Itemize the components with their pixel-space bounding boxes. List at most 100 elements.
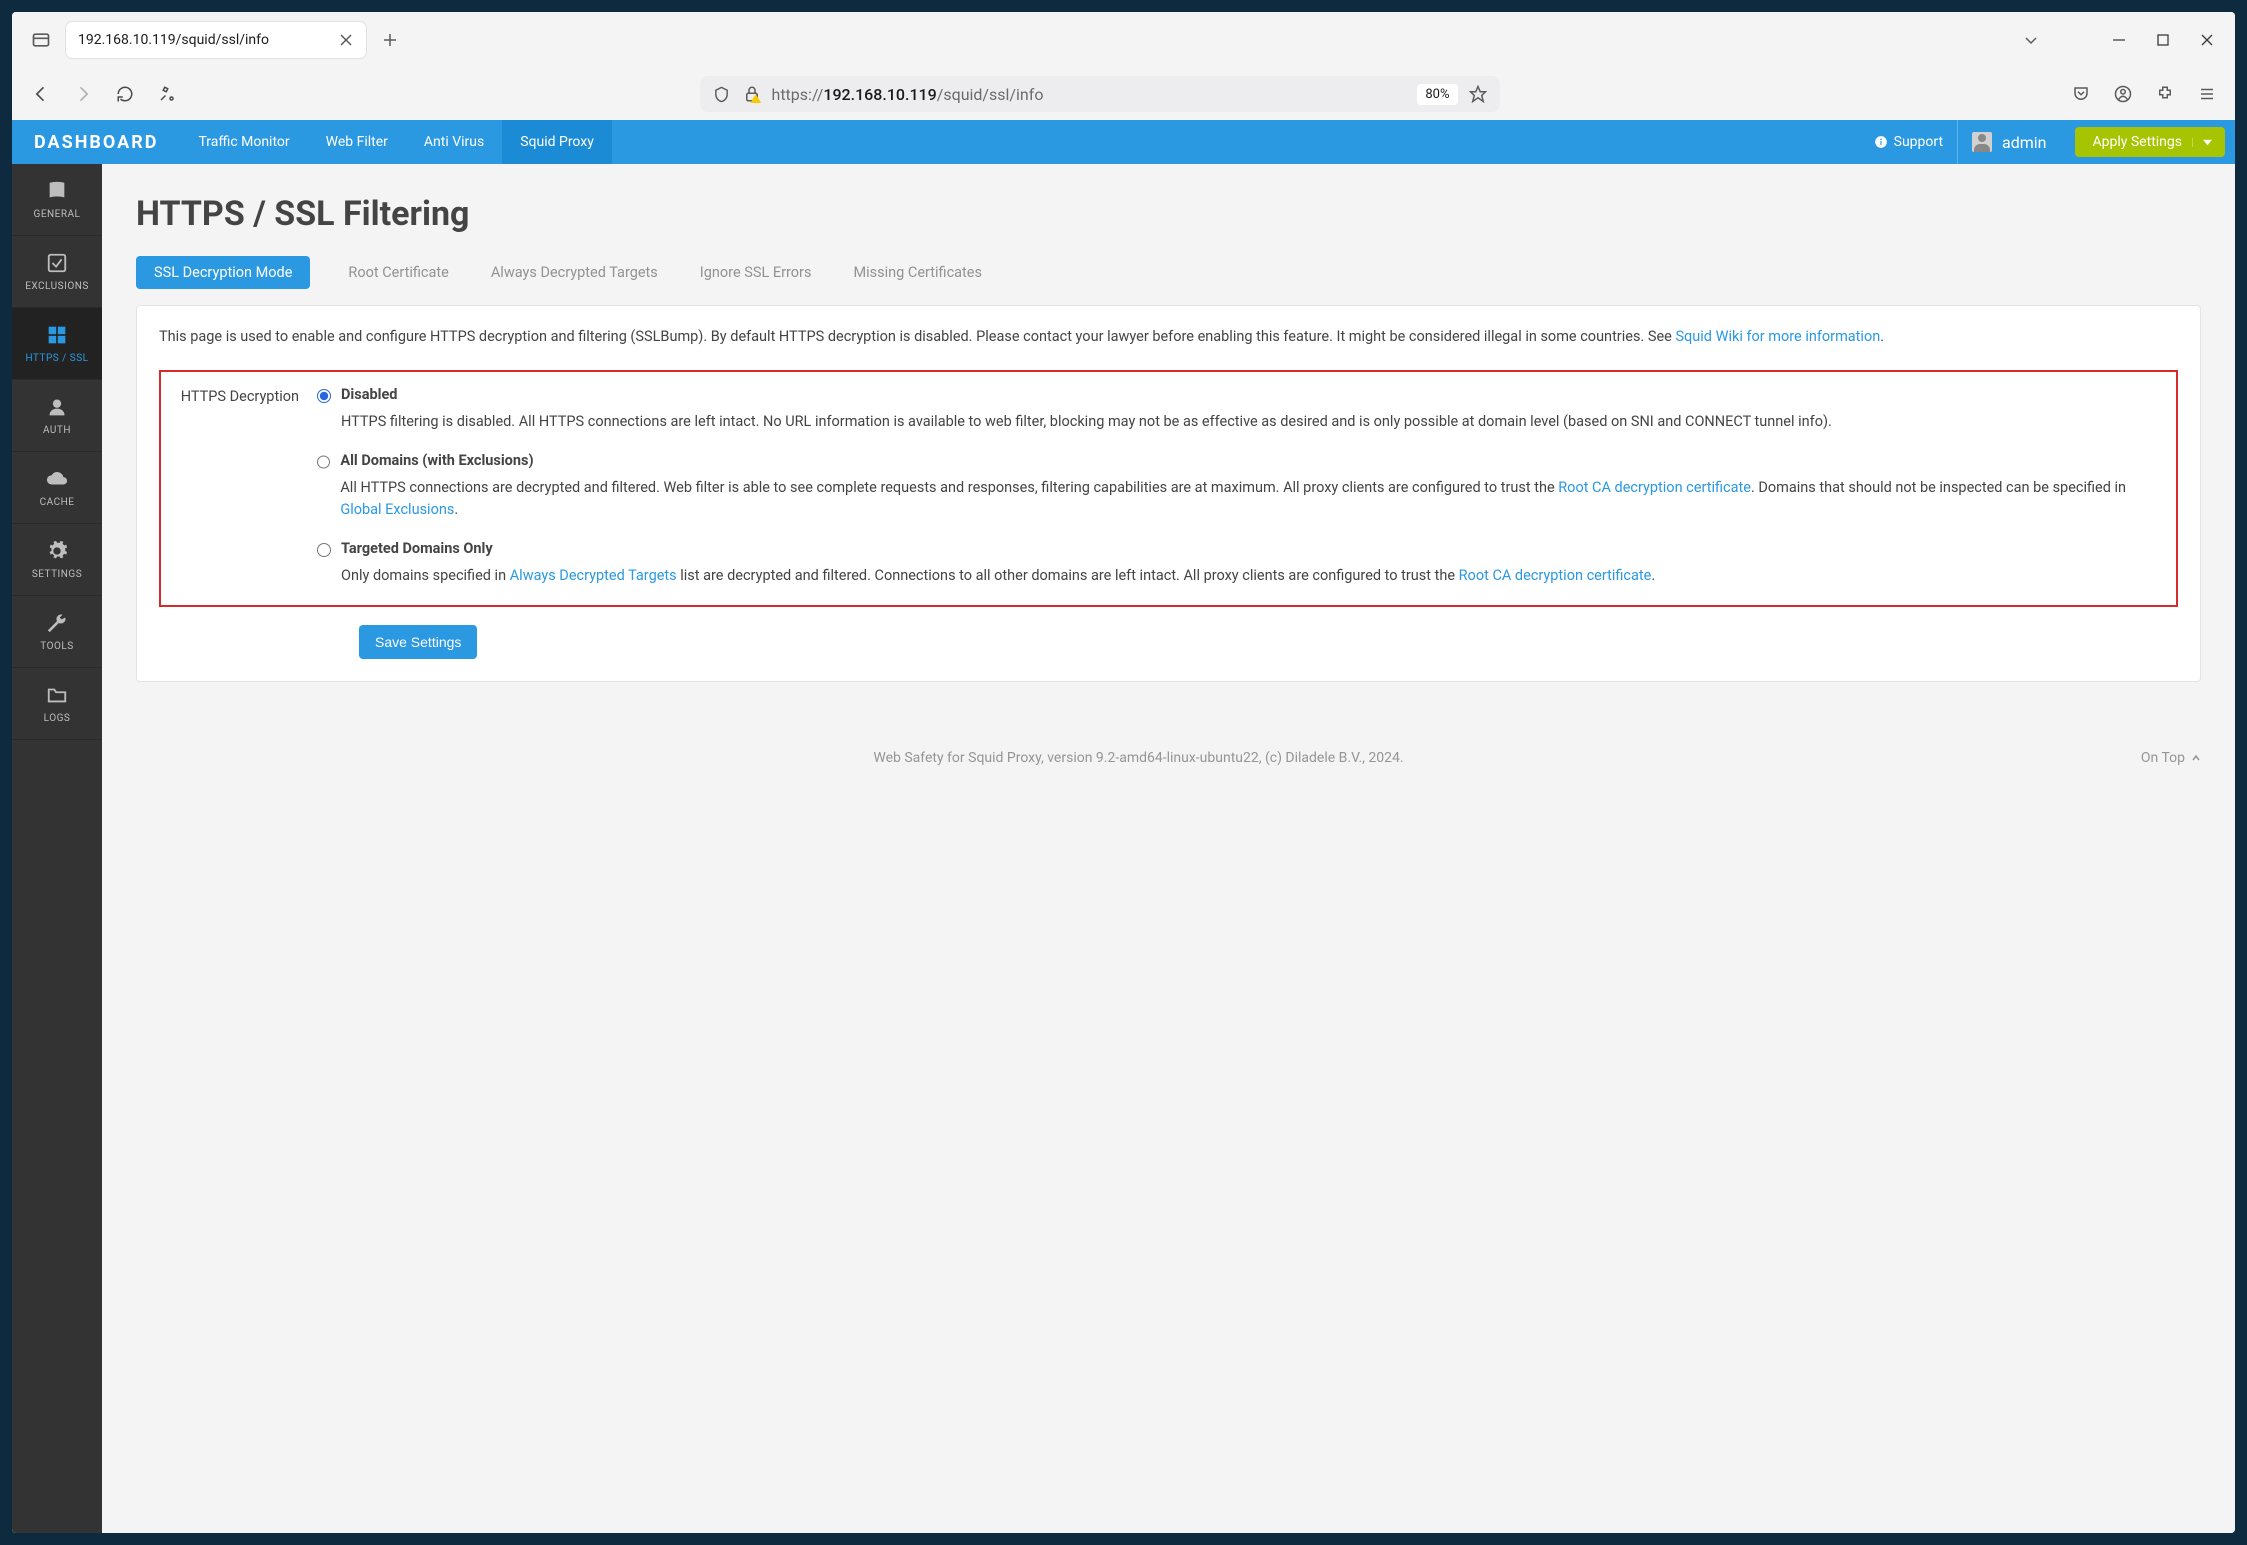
- app-menu-icon[interactable]: [2197, 84, 2217, 104]
- new-tab-button[interactable]: [374, 24, 406, 56]
- sidebar-auth[interactable]: AUTH: [12, 380, 102, 452]
- on-top-link[interactable]: On Top: [2141, 750, 2201, 766]
- subtab-bar: SSL Decryption Mode Root Certificate Alw…: [136, 256, 2201, 289]
- window-maximize-button[interactable]: [2153, 30, 2173, 50]
- subtab-always-decrypted[interactable]: Always Decrypted Targets: [487, 256, 662, 289]
- nav-traffic-monitor[interactable]: Traffic Monitor: [180, 120, 307, 164]
- sidebar-label: LOGS: [44, 713, 71, 724]
- window-minimize-button[interactable]: [2109, 30, 2129, 50]
- radio-all-domains[interactable]: [317, 455, 330, 469]
- sidebar-general[interactable]: GENERAL: [12, 164, 102, 236]
- support-link[interactable]: Support: [1874, 134, 1943, 150]
- sidebar-label: CACHE: [40, 497, 75, 508]
- zoom-badge[interactable]: 80%: [1417, 84, 1457, 105]
- intro-text: This page is used to enable and configur…: [159, 326, 2178, 348]
- on-top-label: On Top: [2141, 750, 2185, 766]
- main-content: HTTPS / SSL Filtering SSL Decryption Mod…: [102, 164, 2235, 1533]
- sidebar-label: SETTINGS: [32, 569, 82, 580]
- bookmark-icon[interactable]: [1468, 84, 1488, 104]
- option-desc: All HTTPS connections are decrypted and …: [340, 477, 2158, 522]
- gear-icon: [45, 539, 69, 563]
- squid-wiki-link[interactable]: Squid Wiki for more information: [1675, 328, 1880, 345]
- cloud-icon: [45, 467, 69, 491]
- reload-button[interactable]: [114, 83, 136, 105]
- user-menu[interactable]: admin: [1957, 120, 2060, 164]
- apply-settings-label: Apply Settings: [2093, 134, 2182, 150]
- subtab-ssl-decryption-mode[interactable]: SSL Decryption Mode: [136, 256, 310, 289]
- nav-anti-virus[interactable]: Anti Virus: [406, 120, 502, 164]
- page-title: HTTPS / SSL Filtering: [136, 194, 2201, 234]
- always-decrypted-link[interactable]: Always Decrypted Targets: [510, 567, 677, 584]
- footer-text: Web Safety for Squid Proxy, version 9.2-…: [136, 750, 2141, 766]
- user-label: admin: [2002, 133, 2046, 152]
- sidebar-exclusions[interactable]: EXCLUSIONS: [12, 236, 102, 308]
- user-icon: [45, 395, 69, 419]
- tabs-dropdown-icon[interactable]: [2021, 30, 2041, 50]
- back-button[interactable]: [30, 83, 52, 105]
- lock-warning-icon[interactable]: [742, 84, 762, 104]
- address-bar[interactable]: https://192.168.10.119/squid/ssl/info 80…: [700, 76, 1500, 112]
- save-settings-button[interactable]: Save Settings: [359, 625, 477, 659]
- root-ca-link[interactable]: Root CA decryption certificate: [1459, 567, 1652, 584]
- browser-tab-title: 192.168.10.119/squid/ssl/info: [78, 32, 326, 48]
- nav-squid-proxy[interactable]: Squid Proxy: [502, 120, 612, 164]
- sidebar-label: EXCLUSIONS: [25, 281, 89, 292]
- account-icon[interactable]: [2113, 84, 2133, 104]
- subtab-ignore-ssl-errors[interactable]: Ignore SSL Errors: [696, 256, 816, 289]
- app-topbar: DASHBOARD Traffic Monitor Web Filter Ant…: [12, 120, 2235, 164]
- browser-tab[interactable]: 192.168.10.119/squid/ssl/info: [66, 22, 366, 58]
- option-desc: Only domains specified in Always Decrypt…: [341, 565, 1655, 587]
- close-tab-icon[interactable]: [338, 32, 354, 48]
- avatar-icon: [1972, 132, 1992, 152]
- info-icon: [1874, 135, 1888, 149]
- forward-button[interactable]: [72, 83, 94, 105]
- pocket-icon[interactable]: [2071, 84, 2091, 104]
- radio-disabled[interactable]: [317, 389, 331, 403]
- apply-caret-icon[interactable]: [2192, 138, 2212, 147]
- apply-settings-button[interactable]: Apply Settings: [2075, 127, 2225, 157]
- subtab-missing-certs[interactable]: Missing Certificates: [849, 256, 986, 289]
- screenshot-icon[interactable]: [156, 83, 178, 105]
- app-brand[interactable]: DASHBOARD: [12, 120, 180, 164]
- shield-icon[interactable]: [712, 84, 732, 104]
- root-ca-link[interactable]: Root CA decryption certificate: [1558, 479, 1751, 496]
- book-icon: [45, 179, 69, 203]
- top-nav-links: Traffic Monitor Web Filter Anti Virus Sq…: [180, 120, 611, 164]
- option-title: Disabled: [341, 386, 1832, 403]
- pinned-tab-icon[interactable]: [24, 23, 58, 57]
- sidebar-tools[interactable]: TOOLS: [12, 596, 102, 668]
- window-close-button[interactable]: [2197, 30, 2217, 50]
- sidebar-logs[interactable]: LOGS: [12, 668, 102, 740]
- sidebar-label: GENERAL: [34, 209, 81, 220]
- wrench-icon: [45, 611, 69, 635]
- subtab-root-certificate[interactable]: Root Certificate: [344, 256, 452, 289]
- content-panel: This page is used to enable and configur…: [136, 305, 2201, 682]
- sidebar-settings[interactable]: SETTINGS: [12, 524, 102, 596]
- folder-icon: [45, 683, 69, 707]
- browser-toolbar: https://192.168.10.119/squid/ssl/info 80…: [12, 68, 2235, 120]
- option-all-domains: All Domains (with Exclusions) All HTTPS …: [317, 452, 2158, 522]
- global-exclusions-link[interactable]: Global Exclusions: [340, 501, 454, 518]
- radio-targeted[interactable]: [317, 543, 331, 557]
- check-square-icon: [45, 251, 69, 275]
- nav-web-filter[interactable]: Web Filter: [308, 120, 406, 164]
- app-sidebar: GENERAL EXCLUSIONS HTTPS / SSL AUTH CACH…: [12, 164, 102, 1533]
- extensions-icon[interactable]: [2155, 84, 2175, 104]
- sidebar-label: HTTPS / SSL: [25, 353, 88, 364]
- sidebar-label: AUTH: [43, 425, 71, 436]
- sidebar-cache[interactable]: CACHE: [12, 452, 102, 524]
- option-desc: HTTPS filtering is disabled. All HTTPS c…: [341, 411, 1832, 433]
- grid-icon: [45, 323, 69, 347]
- sidebar-label: TOOLS: [40, 641, 73, 652]
- browser-tab-bar: 192.168.10.119/squid/ssl/info: [12, 12, 2235, 68]
- option-disabled: Disabled HTTPS filtering is disabled. Al…: [317, 386, 2158, 433]
- support-label: Support: [1894, 134, 1943, 150]
- address-url: https://192.168.10.119/squid/ssl/info: [772, 85, 1408, 104]
- footer: Web Safety for Squid Proxy, version 9.2-…: [136, 750, 2201, 766]
- option-title: Targeted Domains Only: [341, 540, 1655, 557]
- sidebar-https-ssl[interactable]: HTTPS / SSL: [12, 308, 102, 380]
- chevron-up-icon: [2191, 753, 2201, 763]
- option-targeted: Targeted Domains Only Only domains speci…: [317, 540, 2158, 587]
- highlighted-form-area: HTTPS Decryption Disabled HTTPS filterin…: [159, 370, 2178, 607]
- option-title: All Domains (with Exclusions): [340, 452, 2158, 469]
